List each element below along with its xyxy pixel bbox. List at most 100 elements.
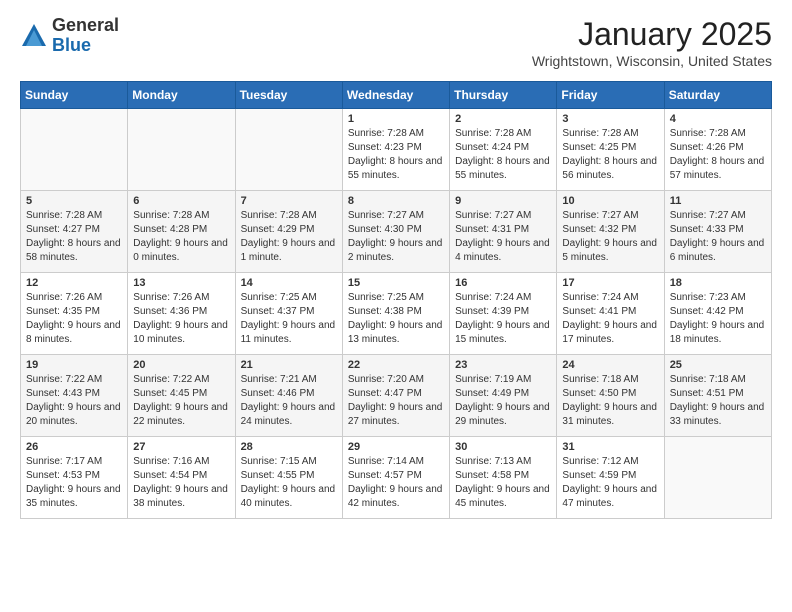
logo: General Blue: [20, 16, 119, 56]
day-detail: Sunrise: 7:26 AMSunset: 4:35 PMDaylight:…: [26, 291, 122, 347]
calendar-cell: [21, 109, 128, 191]
day-detail: Sunrise: 7:28 AMSunset: 4:26 PMDaylight:…: [670, 127, 766, 183]
calendar-week-1: 1 Sunrise: 7:28 AMSunset: 4:23 PMDaylight…: [21, 109, 772, 191]
day-detail: Sunrise: 7:27 AMSunset: 4:30 PMDaylight:…: [348, 209, 444, 265]
calendar-cell: 6 Sunrise: 7:28 AMSunset: 4:28 PMDaylight…: [128, 191, 235, 273]
day-number: 5: [26, 195, 122, 207]
calendar-cell: 18 Sunrise: 7:23 AMSunset: 4:42 PMDayligh…: [664, 273, 771, 355]
calendar-cell: 30Sunrise: 7:13 AMSunset: 4:58 PMDayligh…: [450, 437, 557, 519]
day-detail: Sunrise: 7:26 AMSunset: 4:36 PMDaylight:…: [133, 291, 229, 347]
day-detail: Sunrise: 7:28 AMSunset: 4:28 PMDaylight:…: [133, 209, 229, 265]
day-detail: Sunrise: 7:16 AMSunset: 4:54 PMDaylight:…: [133, 455, 229, 511]
page-header: General Blue January 2025 Wrightstown, W…: [20, 16, 772, 69]
calendar-cell: 15 Sunrise: 7:25 AMSunset: 4:38 PMDayligh…: [342, 273, 449, 355]
day-number: 23: [455, 359, 551, 371]
day-number: 4: [670, 113, 766, 125]
calendar-week-4: 19Sunrise: 7:22 AMSunset: 4:43 PMDayligh…: [21, 355, 772, 437]
day-detail: Sunrise: 7:12 AMSunset: 4:59 PMDaylight:…: [562, 455, 658, 511]
day-detail: Sunrise: 7:15 AMSunset: 4:55 PMDaylight:…: [241, 455, 337, 511]
day-detail: Sunrise: 7:20 AMSunset: 4:47 PMDaylight:…: [348, 373, 444, 429]
logo-icon: [20, 22, 48, 50]
day-number: 9: [455, 195, 551, 207]
day-detail: Sunrise: 7:27 AMSunset: 4:33 PMDaylight:…: [670, 209, 766, 265]
calendar-cell: 10Sunrise: 7:27 AMSunset: 4:32 PMDayligh…: [557, 191, 664, 273]
calendar-cell: 25 Sunrise: 7:18 AMSunset: 4:51 PMDayligh…: [664, 355, 771, 437]
day-number: 7: [241, 195, 337, 207]
day-detail: Sunrise: 7:28 AMSunset: 4:29 PMDaylight:…: [241, 209, 337, 265]
day-number: 21: [241, 359, 337, 371]
location: Wrightstown, Wisconsin, United States: [532, 53, 772, 69]
calendar-cell: 26 Sunrise: 7:17 AMSunset: 4:53 PMDayligh…: [21, 437, 128, 519]
day-detail: Sunrise: 7:22 AMSunset: 4:43 PMDaylight:…: [26, 373, 122, 429]
day-number: 28: [241, 441, 337, 453]
day-detail: Sunrise: 7:19 AMSunset: 4:49 PMDaylight:…: [455, 373, 551, 429]
calendar-cell: 5 Sunrise: 7:28 AMSunset: 4:27 PMDaylight…: [21, 191, 128, 273]
day-number: 20: [133, 359, 229, 371]
calendar-cell: 9 Sunrise: 7:27 AMSunset: 4:31 PMDaylight…: [450, 191, 557, 273]
day-detail: Sunrise: 7:13 AMSunset: 4:58 PMDaylight:…: [455, 455, 551, 511]
calendar-header: Sunday Monday Tuesday Wednesday Thursday…: [21, 82, 772, 109]
day-number: 25: [670, 359, 766, 371]
title-block: January 2025 Wrightstown, Wisconsin, Uni…: [532, 16, 772, 69]
day-detail: Sunrise: 7:25 AMSunset: 4:38 PMDaylight:…: [348, 291, 444, 347]
calendar-cell: 4 Sunrise: 7:28 AMSunset: 4:26 PMDaylight…: [664, 109, 771, 191]
day-number: 3: [562, 113, 658, 125]
calendar-week-5: 26 Sunrise: 7:17 AMSunset: 4:53 PMDayligh…: [21, 437, 772, 519]
calendar-table: Sunday Monday Tuesday Wednesday Thursday…: [20, 81, 772, 519]
day-detail: Sunrise: 7:28 AMSunset: 4:25 PMDaylight:…: [562, 127, 658, 183]
calendar-cell: 11 Sunrise: 7:27 AMSunset: 4:33 PMDayligh…: [664, 191, 771, 273]
day-number: 24: [562, 359, 658, 371]
day-number: 26: [26, 441, 122, 453]
day-detail: Sunrise: 7:23 AMSunset: 4:42 PMDaylight:…: [670, 291, 766, 347]
day-number: 13: [133, 277, 229, 289]
calendar-cell: 2 Sunrise: 7:28 AMSunset: 4:24 PMDaylight…: [450, 109, 557, 191]
month-title: January 2025: [532, 16, 772, 53]
calendar-cell: 17Sunrise: 7:24 AMSunset: 4:41 PMDayligh…: [557, 273, 664, 355]
col-wednesday: Wednesday: [342, 82, 449, 109]
col-friday: Friday: [557, 82, 664, 109]
col-tuesday: Tuesday: [235, 82, 342, 109]
calendar-cell: 20 Sunrise: 7:22 AMSunset: 4:45 PMDayligh…: [128, 355, 235, 437]
day-number: 11: [670, 195, 766, 207]
calendar-cell: 31Sunrise: 7:12 AMSunset: 4:59 PMDayligh…: [557, 437, 664, 519]
day-number: 27: [133, 441, 229, 453]
day-detail: Sunrise: 7:27 AMSunset: 4:31 PMDaylight:…: [455, 209, 551, 265]
col-saturday: Saturday: [664, 82, 771, 109]
day-detail: Sunrise: 7:17 AMSunset: 4:53 PMDaylight:…: [26, 455, 122, 511]
calendar-cell: 12Sunrise: 7:26 AMSunset: 4:35 PMDayligh…: [21, 273, 128, 355]
day-number: 1: [348, 113, 444, 125]
day-number: 16: [455, 277, 551, 289]
calendar-cell: [664, 437, 771, 519]
day-number: 29: [348, 441, 444, 453]
day-number: 2: [455, 113, 551, 125]
calendar-week-2: 5 Sunrise: 7:28 AMSunset: 4:27 PMDaylight…: [21, 191, 772, 273]
day-detail: Sunrise: 7:18 AMSunset: 4:50 PMDaylight:…: [562, 373, 658, 429]
day-number: 6: [133, 195, 229, 207]
day-detail: Sunrise: 7:28 AMSunset: 4:23 PMDaylight:…: [348, 127, 444, 183]
calendar-body: 1 Sunrise: 7:28 AMSunset: 4:23 PMDaylight…: [21, 109, 772, 519]
day-detail: Sunrise: 7:28 AMSunset: 4:24 PMDaylight:…: [455, 127, 551, 183]
day-number: 14: [241, 277, 337, 289]
day-detail: Sunrise: 7:21 AMSunset: 4:46 PMDaylight:…: [241, 373, 337, 429]
calendar-cell: 7 Sunrise: 7:28 AMSunset: 4:29 PMDaylight…: [235, 191, 342, 273]
logo-blue: Blue: [52, 36, 119, 56]
day-number: 15: [348, 277, 444, 289]
day-detail: Sunrise: 7:25 AMSunset: 4:37 PMDaylight:…: [241, 291, 337, 347]
day-number: 22: [348, 359, 444, 371]
col-sunday: Sunday: [21, 82, 128, 109]
calendar-cell: 16Sunrise: 7:24 AMSunset: 4:39 PMDayligh…: [450, 273, 557, 355]
day-detail: Sunrise: 7:14 AMSunset: 4:57 PMDaylight:…: [348, 455, 444, 511]
logo-general: General: [52, 16, 119, 36]
col-monday: Monday: [128, 82, 235, 109]
calendar-week-3: 12Sunrise: 7:26 AMSunset: 4:35 PMDayligh…: [21, 273, 772, 355]
calendar-cell: 19Sunrise: 7:22 AMSunset: 4:43 PMDayligh…: [21, 355, 128, 437]
day-detail: Sunrise: 7:27 AMSunset: 4:32 PMDaylight:…: [562, 209, 658, 265]
day-detail: Sunrise: 7:18 AMSunset: 4:51 PMDaylight:…: [670, 373, 766, 429]
day-detail: Sunrise: 7:22 AMSunset: 4:45 PMDaylight:…: [133, 373, 229, 429]
day-detail: Sunrise: 7:28 AMSunset: 4:27 PMDaylight:…: [26, 209, 122, 265]
calendar-cell: [128, 109, 235, 191]
calendar-cell: 29 Sunrise: 7:14 AMSunset: 4:57 PMDayligh…: [342, 437, 449, 519]
calendar-cell: 21 Sunrise: 7:21 AMSunset: 4:46 PMDayligh…: [235, 355, 342, 437]
day-number: 18: [670, 277, 766, 289]
calendar-cell: [235, 109, 342, 191]
